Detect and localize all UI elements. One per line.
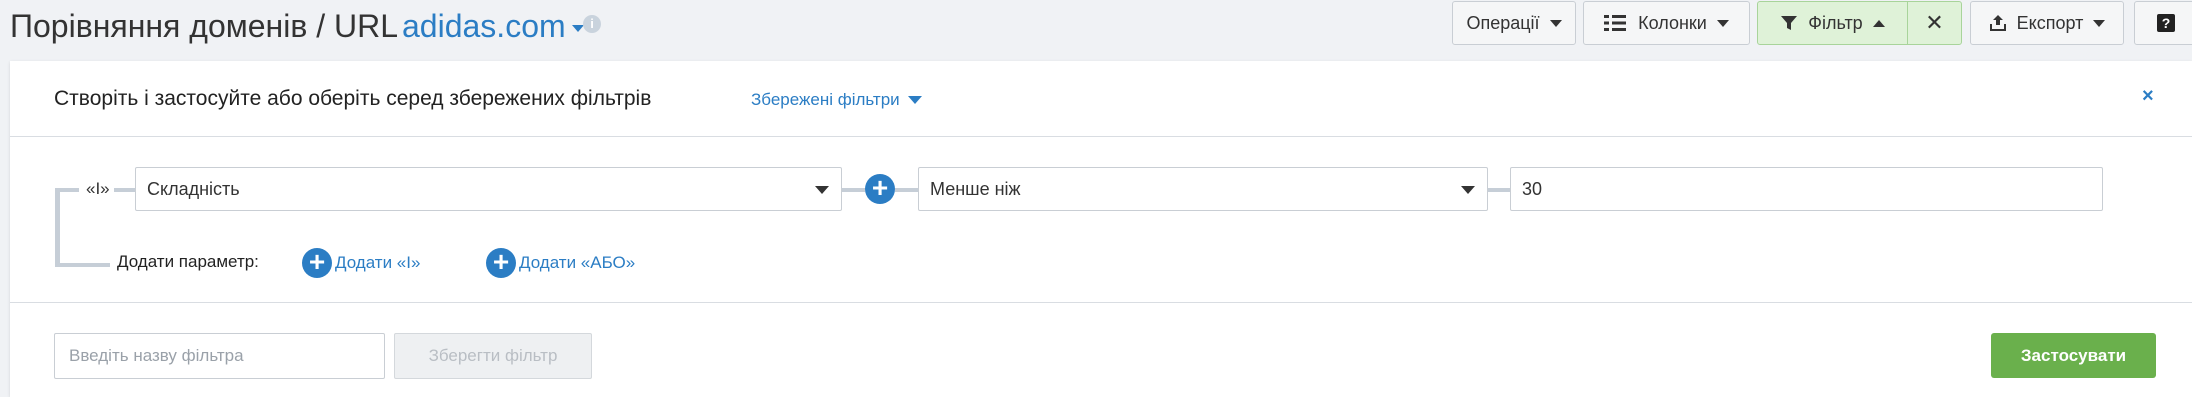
columns-label: Колонки xyxy=(1638,12,1707,33)
saved-filters-label: Збережені фільтри xyxy=(751,90,900,109)
export-icon xyxy=(1989,15,2006,31)
page-title: Порівняння доменів / URL xyxy=(10,8,398,44)
apply-button[interactable]: Застосувати xyxy=(1991,333,2156,378)
export-label: Експорт xyxy=(2016,12,2084,33)
tree-line xyxy=(842,188,865,192)
tree-line xyxy=(1488,188,1510,192)
domain-selector[interactable]: adidas.com xyxy=(402,4,584,48)
filter-panel-header: Створіть і застосуйте або оберіть серед … xyxy=(10,61,2192,137)
tree-line xyxy=(55,188,79,192)
chevron-down-icon xyxy=(571,24,584,32)
plus-circle-icon: + xyxy=(486,248,516,278)
chevron-down-icon xyxy=(1716,19,1729,27)
save-filter-button[interactable]: Зберегти фільтр xyxy=(394,333,592,379)
tree-line xyxy=(55,263,110,267)
add-and-label: Додати «І» xyxy=(335,253,421,272)
tree-line xyxy=(114,188,135,192)
operator-select[interactable]: Менше ніж xyxy=(918,167,1488,211)
plus-circle-icon: + xyxy=(302,248,332,278)
filter-name-input[interactable] xyxy=(54,333,385,379)
add-parameter-label: Додати параметр: xyxy=(117,252,259,271)
help-icon: ? xyxy=(2157,14,2175,32)
page-header: Порівняння доменів / URL adidas.com i Оп… xyxy=(0,0,2192,58)
chevron-down-icon xyxy=(1549,19,1562,27)
clear-filter-button[interactable]: ✕ xyxy=(1907,1,1962,45)
add-or-button[interactable]: + Додати «АБО» xyxy=(486,248,635,278)
help-button[interactable]: ? xyxy=(2134,1,2192,45)
chevron-down-icon xyxy=(2093,19,2106,27)
operations-label: Операції xyxy=(1466,12,1540,33)
filter-panel-heading: Створіть і застосуйте або оберіть серед … xyxy=(54,87,652,110)
filter-funnel-icon xyxy=(1781,16,1798,30)
export-button[interactable]: Експорт xyxy=(1970,1,2124,45)
value-input[interactable]: 30 xyxy=(1510,167,2103,211)
tree-line xyxy=(895,188,918,192)
and-connector-label: «І» xyxy=(86,179,110,198)
dropdown-arrow-icon xyxy=(1461,186,1475,194)
tree-line xyxy=(55,188,60,267)
add-and-button[interactable]: + Додати «І» xyxy=(302,248,420,278)
dropdown-arrow-icon xyxy=(815,186,829,194)
close-icon[interactable]: × xyxy=(2142,85,2154,108)
info-icon[interactable]: i xyxy=(583,15,601,33)
operations-button[interactable]: Операції xyxy=(1452,1,1576,45)
parameter-select[interactable]: Складність xyxy=(135,167,842,211)
saved-filters-dropdown[interactable]: Збережені фільтри xyxy=(751,90,922,110)
operator-value: Менше ніж xyxy=(930,178,1021,199)
columns-button[interactable]: Колонки xyxy=(1583,1,1750,45)
domain-label: adidas.com xyxy=(402,8,566,44)
close-icon: ✕ xyxy=(1925,10,1944,35)
filter-button[interactable]: Фільтр xyxy=(1757,1,1908,45)
chevron-down-icon xyxy=(907,96,922,104)
add-or-label: Додати «АБО» xyxy=(519,253,636,272)
columns-icon xyxy=(1604,15,1627,31)
filter-label: Фільтр xyxy=(1808,12,1863,33)
chevron-up-icon xyxy=(1872,19,1885,27)
value-text: 30 xyxy=(1522,178,1543,199)
divider xyxy=(10,302,2192,303)
parameter-value: Складність xyxy=(147,178,240,199)
filter-panel: Створіть і застосуйте або оберіть серед … xyxy=(10,61,2192,397)
plus-circle-icon[interactable]: + xyxy=(865,174,895,204)
